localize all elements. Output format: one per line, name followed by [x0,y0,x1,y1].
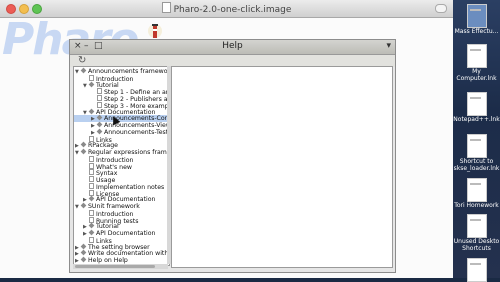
window-title: Pharo-2.0-one-click.image [173,5,292,15]
desktop-file-label: Unused Deskto Shortcuts [453,238,500,252]
desktop-file-icon[interactable] [467,178,487,202]
help-menu-button[interactable]: ▾ [386,41,391,51]
desktop-file-icon[interactable] [467,214,487,238]
book-icon [80,249,87,256]
file-glyph [470,183,481,185]
page-icon [89,155,94,162]
help-content-pane[interactable] [171,66,393,268]
page-icon [89,176,94,182]
file-glyph [470,9,481,11]
page-icon [89,189,94,196]
tree-item-label: Help on Help [88,257,128,264]
page-icon [89,182,94,189]
desktop-file-icon[interactable] [467,134,487,158]
page-icon [89,216,94,223]
book-icon [88,195,95,202]
tree-item-label: Announcements-Tests-C [104,128,169,136]
book-icon [96,114,103,121]
tree-item[interactable]: ▶ Help on Help [75,256,128,264]
help-topic-tree[interactable]: ▼ Announcements framework Introduction ▼ Tut… [73,66,170,266]
desktop-icons-strip: Mass Effectu... My Computer.lnk Notepad++.… [453,0,500,282]
book-icon [88,108,95,114]
desktop-file-icon[interactable] [467,258,487,282]
page-icon [97,95,102,101]
book-icon [88,229,95,236]
scroll-thumb[interactable] [75,265,155,268]
page-icon [89,169,94,176]
desktop-file-icon[interactable] [467,44,487,68]
file-glyph [470,49,481,51]
page-icon [89,209,94,216]
desktop-file-label: Shortcut to skse_loader.lnk [453,158,500,172]
page-icon [89,135,94,142]
toolbar-toggle-button[interactable] [435,4,447,13]
desktop-file-icon[interactable] [467,4,487,28]
book-icon [96,128,103,135]
book-icon [80,243,87,249]
file-glyph [470,219,481,221]
page-icon [97,101,102,108]
desktop-file-label: Mass Effectu... [454,28,499,35]
book-icon [80,148,87,155]
book-icon [80,141,87,148]
help-title: Help [222,41,243,51]
page-icon [89,162,94,169]
refresh-icon[interactable]: ↻ [78,55,86,66]
file-glyph [470,139,481,141]
file-glyph [470,97,481,99]
pharo-main-window: Pharo-2.0-one-click.image Pharo × – □ He… [0,0,453,278]
file-glyph [470,263,481,265]
page-icon [97,88,102,95]
desktop-file-label: My Computer.lnk [456,68,497,82]
book-icon [88,81,95,87]
help-window: × – □ Help ▾ ↻ ▼ Announcements framework I… [69,39,396,273]
book-icon [80,67,87,74]
tree-horizontal-scrollbar[interactable] [73,264,168,269]
page-icon [89,236,94,243]
document-icon [161,2,171,13]
book-icon [80,256,87,263]
lighthouse-icon [148,24,162,38]
desktop-file-label: Notepad++.lnk [453,116,500,123]
book-icon [88,222,95,229]
desktop-file-label: Tori Homework [454,202,499,209]
book-icon [80,202,87,209]
book-icon [96,121,103,128]
desktop-file-icon[interactable] [467,92,487,116]
page-icon [89,74,94,81]
help-titlebar[interactable]: × – □ Help ▾ [70,40,395,55]
